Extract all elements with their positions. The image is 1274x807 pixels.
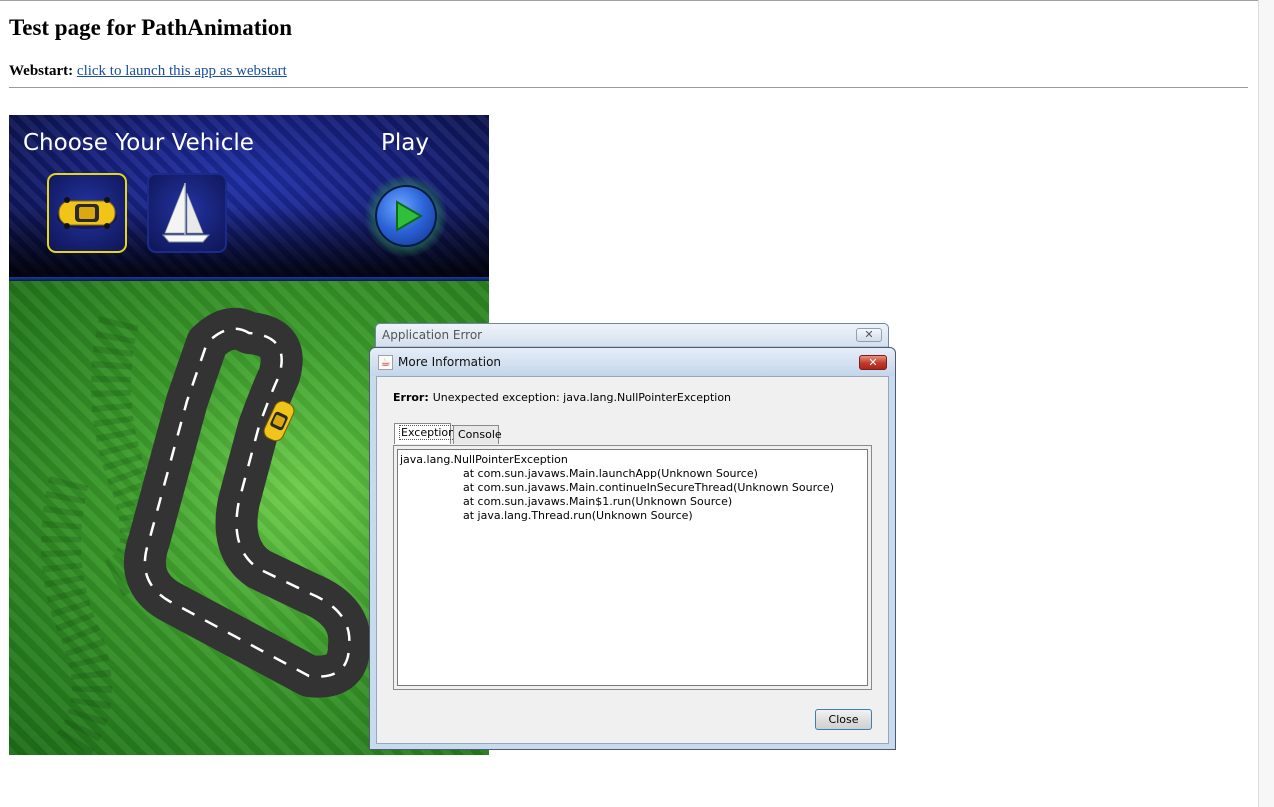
- webstart-line: Webstart: click to launch this app as we…: [9, 63, 287, 80]
- more-information-title: More Information: [398, 355, 502, 369]
- choose-vehicle-label: Choose Your Vehicle: [23, 130, 254, 156]
- application-error-title: Application Error: [382, 328, 483, 342]
- play-icon: [396, 200, 423, 232]
- sailboat-icon: [161, 182, 211, 243]
- horizontal-rule: [9, 87, 1248, 88]
- vehicle-sailboat-button[interactable]: [147, 173, 227, 253]
- error-message: Unexpected exception: java.lang.NullPoin…: [432, 391, 732, 404]
- more-information-dialog: ☕ More Information ✕ Error: Unexpected ex…: [369, 347, 896, 750]
- application-error-close-icon[interactable]: ✕: [856, 328, 882, 342]
- trace-line: at com.sun.javaws.Main.continueInSecureT…: [463, 481, 834, 494]
- car-icon: [57, 197, 117, 229]
- error-line: Error: Unexpected exception: java.lang.Nu…: [393, 391, 731, 404]
- java-icon: ☕: [378, 355, 393, 370]
- trace-line: at java.lang.Thread.run(Unknown Source): [463, 509, 693, 522]
- tab-console[interactable]: Console: [453, 425, 502, 444]
- applet-header-panel: Choose Your Vehicle Play: [9, 115, 489, 277]
- trace-line: at com.sun.javaws.Main.launchApp(Unknown…: [463, 467, 758, 480]
- page-scrollbar[interactable]: [1258, 0, 1274, 807]
- trace-line: java.lang.NullPointerException: [400, 453, 568, 466]
- play-button[interactable]: [365, 175, 447, 257]
- error-label: Error:: [393, 391, 429, 404]
- window-top-border: [0, 0, 1274, 1]
- page-title: Test page for PathAnimation: [9, 15, 293, 40]
- exception-panel: java.lang.NullPointerException at com.su…: [393, 445, 872, 690]
- stack-trace-textarea[interactable]: java.lang.NullPointerException at com.su…: [397, 449, 868, 686]
- dialog-content: Error: Unexpected exception: java.lang.Nu…: [376, 376, 889, 744]
- dialog-close-icon[interactable]: ✕: [859, 355, 887, 370]
- trace-line: at com.sun.javaws.Main$1.run(Unknown Sou…: [463, 495, 733, 508]
- tab-exception[interactable]: Exception: [394, 423, 458, 444]
- webstart-label: Webstart:: [9, 63, 74, 79]
- play-label: Play: [381, 130, 429, 156]
- close-button[interactable]: Close: [815, 709, 872, 730]
- vehicle-car-button[interactable]: [47, 173, 127, 253]
- webstart-link[interactable]: click to launch this app as webstart: [77, 63, 287, 79]
